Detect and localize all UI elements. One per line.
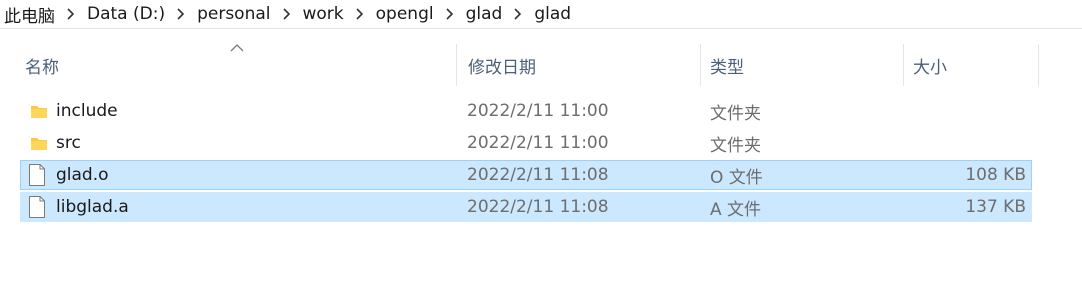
breadcrumb-opengl[interactable]: opengl: [374, 4, 436, 24]
chevron-right-icon[interactable]: [167, 8, 195, 20]
column-header-date[interactable]: 修改日期: [468, 44, 536, 86]
column-divider[interactable]: [1038, 44, 1039, 86]
column-divider[interactable]: [700, 44, 701, 86]
file-type: O 文件: [710, 167, 763, 188]
file-type: 文件夹: [710, 103, 761, 124]
file-type: A 文件: [710, 199, 762, 220]
breadcrumb-glad-current[interactable]: glad: [532, 4, 573, 24]
folder-icon: [30, 128, 48, 158]
breadcrumb-drive-d[interactable]: Data (D:): [85, 4, 167, 24]
breadcrumb-glad-parent[interactable]: glad: [464, 4, 505, 24]
list-item[interactable]: include 2022/2/11 11:00 文件夹: [20, 96, 1032, 126]
list-item[interactable]: libglad.a 2022/2/11 11:08 A 文件 137 KB: [20, 192, 1032, 222]
file-icon: [28, 192, 46, 222]
sort-ascending-icon: [230, 38, 244, 58]
file-size: 137 KB: [965, 197, 1026, 217]
chevron-right-icon[interactable]: [57, 8, 85, 20]
breadcrumb: 此电脑 Data (D:) personal work opengl glad …: [0, 0, 1082, 29]
file-modified-date: 2022/2/11 11:08: [467, 197, 609, 217]
breadcrumb-personal[interactable]: personal: [195, 4, 272, 24]
file-type: 文件夹: [710, 135, 761, 156]
column-header-size[interactable]: 大小: [913, 44, 947, 86]
file-icon: [28, 160, 46, 190]
breadcrumb-this-pc[interactable]: 此电脑: [0, 2, 57, 27]
file-name: libglad.a: [56, 197, 129, 217]
chevron-right-icon[interactable]: [273, 8, 301, 20]
breadcrumb-work[interactable]: work: [301, 4, 346, 24]
chevron-right-icon[interactable]: [504, 8, 532, 20]
file-size: 108 KB: [965, 165, 1026, 185]
column-header-type[interactable]: 类型: [710, 44, 744, 86]
file-name: include: [56, 101, 118, 121]
file-name: glad.o: [56, 165, 109, 185]
column-divider[interactable]: [456, 44, 457, 86]
file-modified-date: 2022/2/11 11:08: [467, 165, 609, 185]
chevron-right-icon[interactable]: [346, 8, 374, 20]
chevron-right-icon[interactable]: [436, 8, 464, 20]
column-header-name[interactable]: 名称: [25, 44, 59, 86]
file-modified-date: 2022/2/11 11:00: [467, 133, 609, 153]
column-divider[interactable]: [903, 44, 904, 86]
list-item[interactable]: glad.o 2022/2/11 11:08 O 文件 108 KB: [20, 160, 1032, 190]
file-name: src: [56, 133, 81, 153]
column-header-bar: 名称 修改日期 类型 大小: [0, 44, 1082, 86]
list-item[interactable]: src 2022/2/11 11:00 文件夹: [20, 128, 1032, 158]
file-modified-date: 2022/2/11 11:00: [467, 101, 609, 121]
folder-icon: [30, 96, 48, 126]
